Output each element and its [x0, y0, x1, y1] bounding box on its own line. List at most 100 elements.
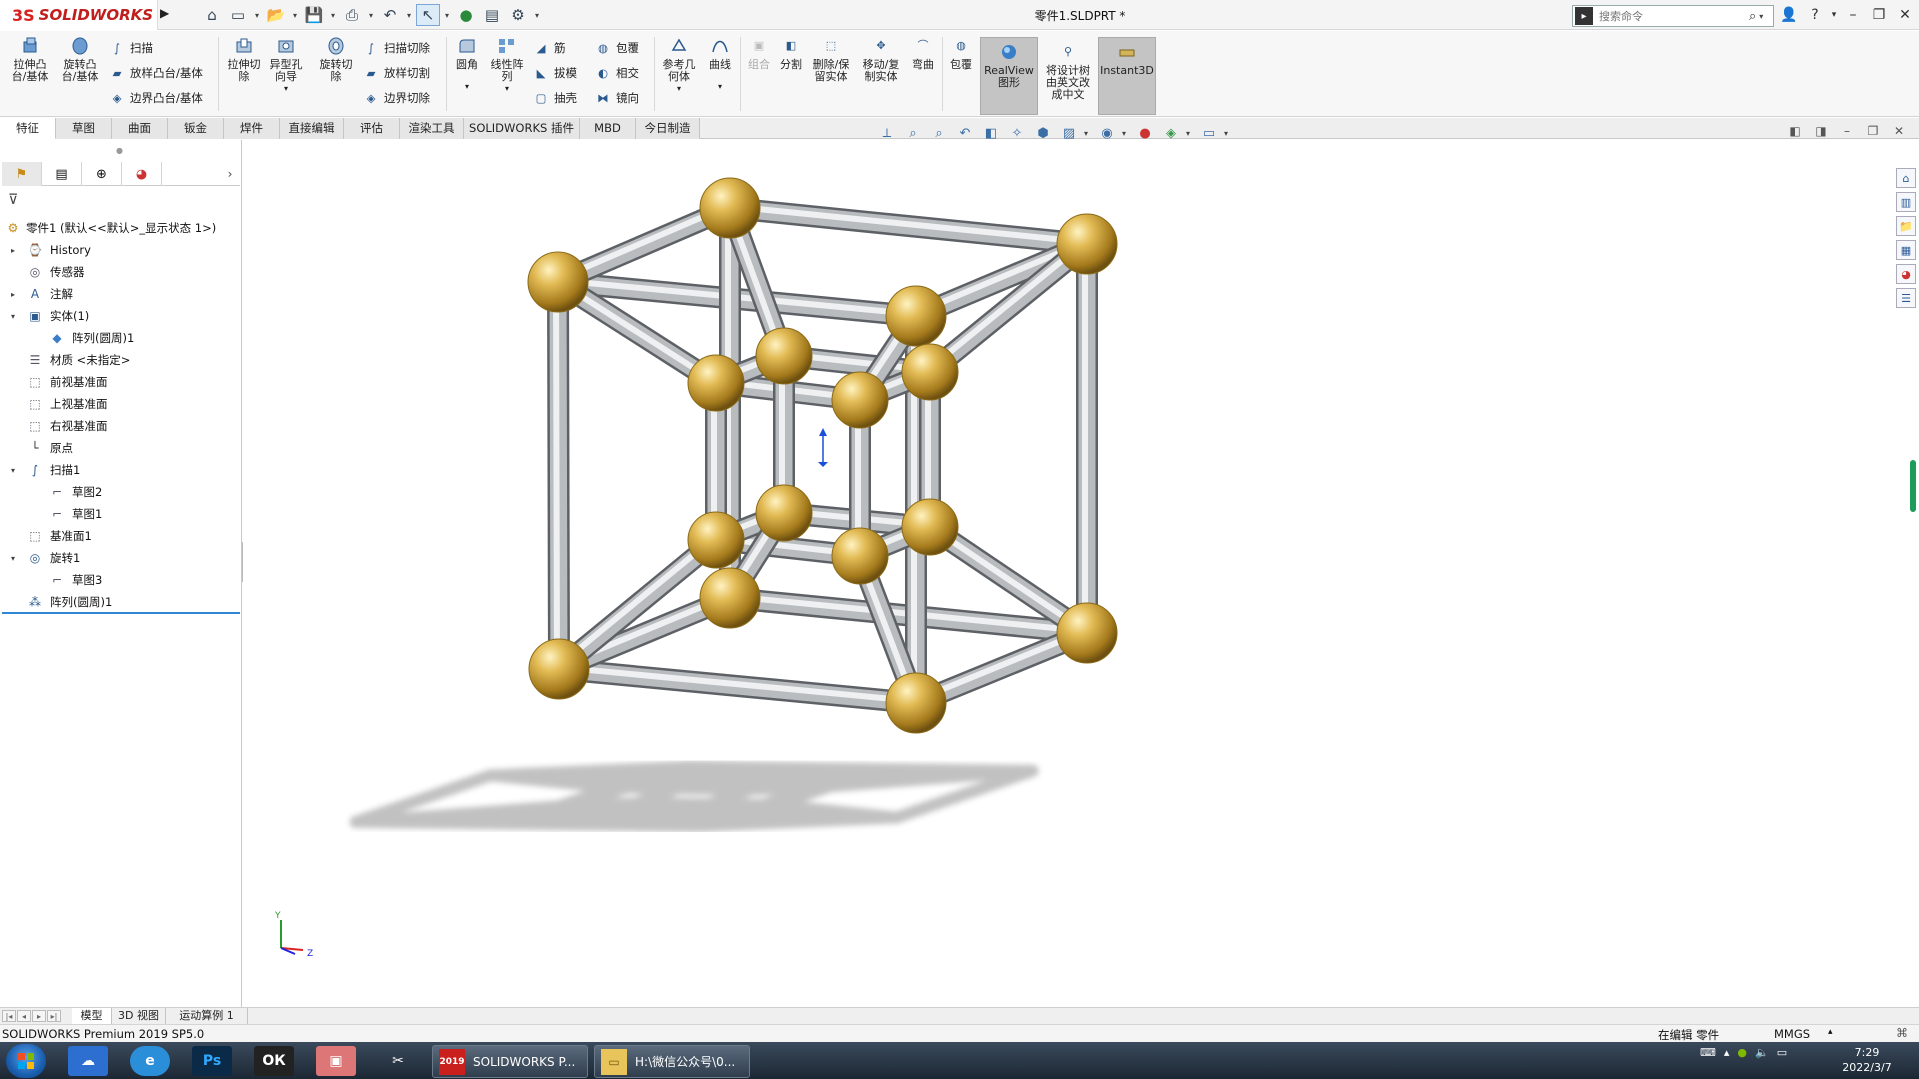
tree-item-body-pattern[interactable]: ◆ 阵列(圆周)1 [0, 327, 242, 349]
next-tab-icon[interactable]: ▸ [32, 1010, 46, 1022]
sphere-node[interactable] [699, 177, 761, 239]
tab-manufacturing[interactable]: 今日制造 [636, 118, 700, 139]
taskbar-file-explorer[interactable]: ▭ H:\微信公众号\0... [594, 1045, 750, 1078]
translate-tree-button[interactable]: ⚲ 将设计树 由英文改 成中文 [1040, 41, 1096, 101]
unit-system[interactable]: MMGS [1774, 1027, 1810, 1041]
search-icon[interactable]: ⌕ [1749, 9, 1756, 24]
revolve-boss-button[interactable]: 旋转凸 台/基体 [58, 35, 102, 83]
realview-button[interactable]: RealView 图形 [982, 41, 1036, 89]
boundary-boss-button[interactable]: ◈ 边界凸台/基体 [108, 89, 203, 107]
expand-icon[interactable]: ▸ [8, 245, 18, 255]
command-search-mode-icon[interactable]: ▸ [1575, 7, 1593, 25]
loft-boss-button[interactable]: ▰ 放样凸台/基体 [108, 64, 203, 82]
baidu-netdisk-icon[interactable]: ☁ [68, 1046, 108, 1076]
tree-item-solid-bodies[interactable]: ▾ ▣ 实体(1) [0, 305, 242, 327]
display-manager-tab-icon[interactable]: ◕ [122, 162, 162, 186]
sphere-node[interactable] [527, 251, 589, 313]
file-explorer-icon[interactable]: 📁 [1896, 216, 1916, 236]
wrap-large-button[interactable]: ◍ 包覆 [946, 35, 976, 71]
tree-item-sensors[interactable]: ◎ 传感器 [0, 261, 242, 283]
tree-item-history[interactable]: ▸ ⌚ History [0, 239, 242, 261]
help-icon[interactable]: ? [1802, 7, 1828, 23]
volume-icon[interactable]: 🔈 [1755, 1046, 1769, 1059]
sphere-node[interactable] [1056, 602, 1118, 664]
tree-item-origin[interactable]: └ 原点 [0, 437, 242, 459]
menu-expand-icon[interactable]: ▶ [160, 6, 174, 24]
tree-root[interactable]: ⚙ 零件1 (默认<<默认>_显示状态 1>) [0, 217, 242, 239]
more-tabs-chevron-icon[interactable]: › [220, 162, 240, 185]
delete-keep-body-button[interactable]: ⬚ 删除/保 留实体 [808, 35, 854, 83]
undo-icon[interactable]: ↶ [378, 4, 402, 26]
start-button-icon[interactable] [6, 1044, 46, 1078]
options-dropdown-icon[interactable]: ▾ [532, 4, 542, 26]
split-button[interactable]: ◧ 分割 [776, 35, 806, 71]
strut-bar[interactable] [556, 658, 918, 714]
shell-button[interactable]: ▢ 抽壳 [532, 89, 577, 107]
fillet-dropdown-icon[interactable]: ▾ [465, 81, 469, 93]
appearances-icon[interactable]: ◕ [1896, 264, 1916, 284]
tab-motion-study[interactable]: 运动算例 1 [166, 1008, 248, 1024]
scene-dropdown-icon[interactable]: ▾ [1186, 129, 1194, 138]
sphere-node[interactable] [1056, 213, 1118, 275]
prev-tab-icon[interactable]: ◂ [17, 1010, 31, 1022]
strut-bar[interactable] [1076, 242, 1098, 633]
sphere-node[interactable] [901, 498, 959, 556]
boundary-cut-button[interactable]: ◈ 边界切除 [362, 89, 430, 107]
sphere-node[interactable] [755, 327, 813, 385]
hypercube-model[interactable]: Y Z [243, 140, 1893, 1007]
viewport-minimize-icon[interactable]: – [1838, 124, 1856, 138]
loft-cut-button[interactable]: ▰ 放样切割 [362, 64, 430, 82]
linear-pattern-dropdown-icon[interactable]: ▾ [505, 83, 509, 95]
tab-surfaces[interactable]: 曲面 [112, 118, 168, 139]
tab-render-tools[interactable]: 渲染工具 [400, 118, 464, 139]
intersect-button[interactable]: ◐ 相交 [594, 64, 639, 82]
collapse-icon[interactable]: ▾ [8, 311, 18, 321]
tab-features[interactable]: 特征 [0, 118, 56, 139]
options-gear-icon[interactable]: ⚙ [506, 4, 530, 26]
tree-item-sketch2[interactable]: ⌐ 草图2 [0, 481, 242, 503]
tab-sketch[interactable]: 草图 [56, 118, 112, 139]
close-icon[interactable]: ✕ [1892, 7, 1918, 23]
sphere-node[interactable] [885, 672, 947, 734]
feature-manager-tab-icon[interactable]: ⚑ [2, 162, 42, 186]
viewport-restore-icon[interactable]: ❐ [1864, 124, 1882, 138]
reference-geometry-button[interactable]: 参考几 何体 ▾ [658, 35, 700, 95]
snipping-tool-icon[interactable]: ✂ [378, 1046, 418, 1076]
undo-dropdown-icon[interactable]: ▾ [404, 4, 414, 26]
new-file-icon[interactable]: ▭ [226, 4, 250, 26]
extrude-boss-button[interactable]: 拉伸凸 台/基体 [8, 35, 52, 83]
sphere-node[interactable] [687, 511, 745, 569]
tray-expand-icon[interactable]: ▴ [1724, 1046, 1730, 1059]
tree-item-circular-pattern[interactable]: ⁂ 阵列(圆周)1 [0, 591, 242, 613]
curves-dropdown-icon[interactable]: ▾ [718, 81, 722, 93]
display-style-dropdown-icon[interactable]: ▾ [1084, 129, 1092, 138]
print-icon[interactable]: ⎙ [340, 4, 364, 26]
instant3d-button[interactable]: Instant3D [1100, 41, 1154, 77]
sphere-node[interactable] [901, 343, 959, 401]
rollback-bar[interactable] [2, 612, 240, 614]
search-box[interactable]: ▸ ⌕ ▾ [1572, 5, 1774, 27]
search-input[interactable] [1599, 7, 1749, 25]
property-manager-tab-icon[interactable]: ▤ [42, 162, 82, 186]
panel-grip-icon[interactable]: ● [116, 146, 124, 155]
rebuild-icon[interactable]: ● [454, 4, 478, 26]
sphere-node[interactable] [831, 371, 889, 429]
configuration-manager-tab-icon[interactable]: ⊕ [82, 162, 122, 186]
curves-button[interactable]: 曲线 ▾ [704, 35, 736, 93]
select-dropdown-icon[interactable]: ▾ [442, 4, 452, 26]
tree-item-material[interactable]: ☰ 材质 <未指定> [0, 349, 242, 371]
expand-icon[interactable]: ▸ [8, 289, 18, 299]
last-tab-icon[interactable]: ▸| [47, 1010, 61, 1022]
solidworks-logo[interactable]: 3S SOLIDWORKS [0, 0, 158, 30]
open-file-icon[interactable]: 📂 [264, 4, 288, 26]
save-icon[interactable]: 💾 [302, 4, 326, 26]
sphere-node[interactable] [528, 638, 590, 700]
rib-button[interactable]: ◢ 筋 [532, 39, 566, 57]
security-icon[interactable]: ● [1737, 1046, 1747, 1059]
first-tab-icon[interactable]: |◂ [2, 1010, 16, 1022]
tab-sheet-metal[interactable]: 钣金 [168, 118, 224, 139]
tree-item-sketch1[interactable]: ⌐ 草图1 [0, 503, 242, 525]
tree-item-sweep1[interactable]: ▾ ∫ 扫描1 [0, 459, 242, 481]
tree-item-plane1[interactable]: ⬚ 基准面1 [0, 525, 242, 547]
design-library-icon[interactable]: ▥ [1896, 192, 1916, 212]
